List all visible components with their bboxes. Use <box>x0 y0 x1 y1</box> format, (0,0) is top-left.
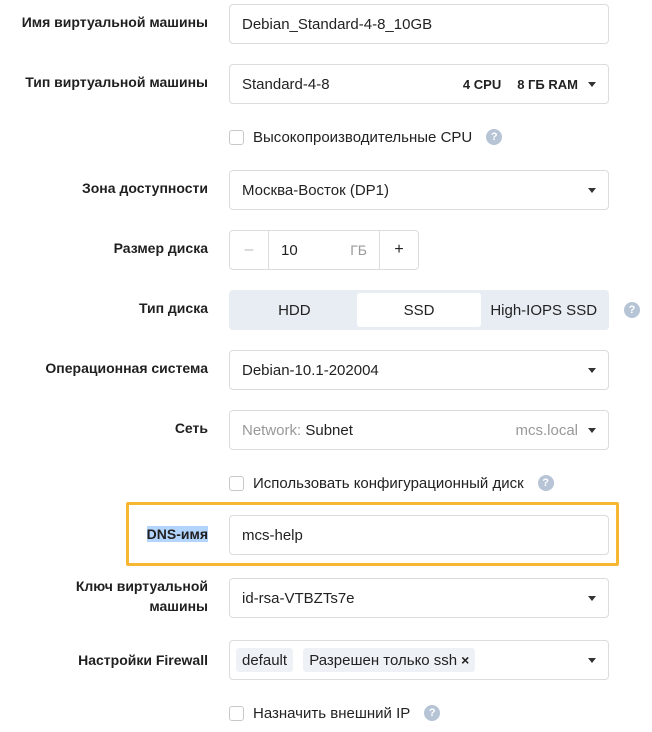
disk-size-value: 10 <box>281 241 298 259</box>
disk-type-option-high-iops-ssd[interactable]: High-IOPS SSD <box>481 293 606 327</box>
dns-label-text: DNS-имя <box>146 526 208 542</box>
config-disk-checkbox[interactable] <box>229 475 244 491</box>
external-ip-checkbox-row: Назначить внешний IP ? <box>229 703 441 723</box>
vm-type-ram: 8 ГБ RAM <box>517 76 578 92</box>
chevron-down-icon <box>588 595 596 601</box>
vm-type-label: Тип виртуальной машины <box>25 74 208 90</box>
firewall-tag-ssh-only: Разрешен только ssh × <box>303 648 476 672</box>
chevron-down-icon <box>588 367 596 373</box>
high-perf-cpu-label: Высокопроизводительные CPU <box>253 128 473 146</box>
help-icon[interactable]: ? <box>424 705 441 721</box>
vm-type-cpu: 4 CPU <box>462 76 502 92</box>
help-icon[interactable]: ? <box>624 302 640 318</box>
ssh-key-label-line1: Ключ виртуальной <box>75 578 208 594</box>
network-label: Сеть <box>174 420 208 436</box>
network-select[interactable]: Network: Subnet mcs.local <box>229 410 609 450</box>
os-value: Debian-10.1-202004 <box>242 361 379 379</box>
vm-name-value: Debian_Standard-4-8_10GB <box>242 15 433 33</box>
disk-type-option-ssd[interactable]: SSD <box>356 293 482 327</box>
disk-type-option-hdd[interactable]: HDD <box>232 293 357 327</box>
firewall-select[interactable]: default Разрешен только ssh × <box>229 640 609 680</box>
help-icon[interactable]: ? <box>486 129 503 145</box>
dns-label: DNS-имя <box>0 524 208 544</box>
high-perf-cpu-checkbox-row: Высокопроизводительные CPU ? <box>229 127 503 147</box>
network-prefix: Network: <box>242 421 302 439</box>
config-disk-label: Использовать конфигурационный диск <box>253 474 524 492</box>
chevron-down-icon <box>588 81 596 87</box>
config-disk-checkbox-row: Использовать конфигурационный диск ? <box>229 473 554 493</box>
disk-type-segmented: HDD SSD High-IOPS SSD <box>229 290 609 330</box>
firewall-label: Настройки Firewall <box>78 652 208 668</box>
decrement-button[interactable]: – <box>230 231 269 269</box>
chevron-down-icon <box>588 427 596 433</box>
zone-label: Зона доступности <box>81 180 208 196</box>
ssh-key-value: id-rsa-VTBZTs7e <box>242 589 355 607</box>
disk-type-label: Тип диска <box>138 300 208 316</box>
dns-input[interactable]: mcs-help <box>229 515 609 555</box>
zone-value: Москва-Восток (DP1) <box>242 181 389 199</box>
vm-type-value: Standard-4-8 <box>242 75 330 93</box>
network-value: Subnet <box>305 421 353 439</box>
firewall-tag-default: default <box>236 648 294 672</box>
chevron-down-icon <box>588 187 596 193</box>
ssh-key-select[interactable]: id-rsa-VTBZTs7e <box>229 578 609 618</box>
disk-size-stepper: – 10 ГБ + <box>229 230 419 270</box>
vm-type-select[interactable]: Standard-4-8 4 CPU 8 ГБ RAM <box>229 64 609 104</box>
disk-size-label: Размер диска <box>113 240 208 256</box>
network-domain: mcs.local <box>515 421 578 439</box>
external-ip-label: Назначить внешний IP <box>253 704 411 722</box>
network-value-group: Network: Subnet <box>242 422 515 439</box>
help-icon[interactable]: ? <box>537 475 554 491</box>
increment-button[interactable]: + <box>379 231 418 269</box>
vm-name-input[interactable]: Debian_Standard-4-8_10GB <box>229 4 609 44</box>
chevron-down-icon <box>588 657 596 663</box>
zone-select[interactable]: Москва-Восток (DP1) <box>229 170 609 210</box>
close-icon[interactable]: × <box>461 652 469 668</box>
dns-value: mcs-help <box>242 526 303 544</box>
vm-name-label: Имя виртуальной машины <box>21 14 208 30</box>
disk-size-unit: ГБ <box>350 242 367 258</box>
os-label: Операционная система <box>45 360 208 376</box>
os-select[interactable]: Debian-10.1-202004 <box>229 350 609 390</box>
external-ip-checkbox[interactable] <box>229 705 244 721</box>
ssh-key-label-line2: машины <box>149 598 208 614</box>
firewall-tags: default Разрешен только ssh × <box>236 648 578 672</box>
ssh-key-label: Ключ виртуальной машины <box>0 576 208 616</box>
high-perf-cpu-checkbox[interactable] <box>229 129 244 145</box>
disk-size-input[interactable]: 10 ГБ <box>269 231 379 269</box>
